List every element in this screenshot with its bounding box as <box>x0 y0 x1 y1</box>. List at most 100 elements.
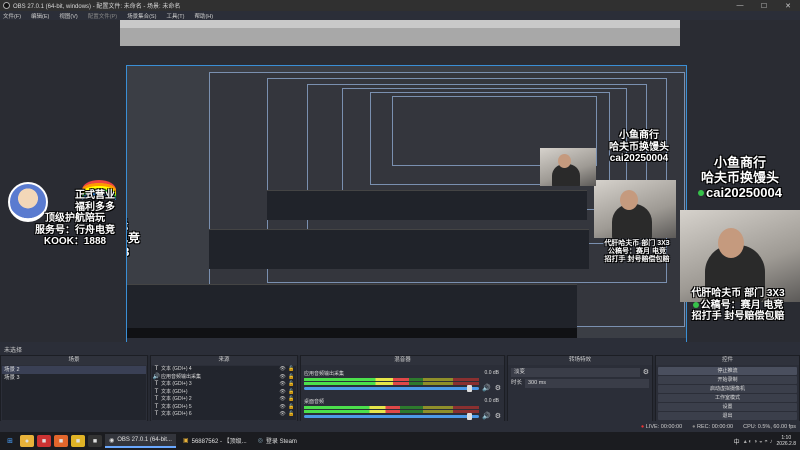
stop-streaming-button[interactable]: 停止推流 <box>658 367 797 375</box>
settings-button[interactable]: 设置 <box>658 403 797 411</box>
service-line-3: 招打手 封号赔偿包赔 <box>691 311 785 322</box>
scene-collection-label: 未选择 <box>0 342 800 355</box>
source-item[interactable]: T 文本 (GDI+) 👁 🔓 <box>152 389 296 397</box>
cpu-status: CPU: 0.5%, 60.00 fps <box>743 423 796 430</box>
studio-mode-button[interactable]: 工作室模式 <box>658 394 797 402</box>
exit-button[interactable]: 退出 <box>658 412 797 420</box>
menu-scene-collection[interactable]: 场景集合(S) <box>127 12 156 20</box>
promo-main-kook: KOOK：1888 <box>43 236 107 247</box>
lock-icon[interactable]: 🔓 <box>287 389 296 397</box>
volume-meter <box>304 406 479 409</box>
visibility-eye-icon[interactable]: 👁 <box>278 411 287 419</box>
windows-start-icon[interactable]: ⊞ <box>3 435 17 447</box>
visibility-eye-icon[interactable]: 👁 <box>278 381 287 389</box>
ime-indicator[interactable]: 中 <box>734 437 740 446</box>
webcam-feed-nested <box>594 180 676 238</box>
service-line-2: 公稿号：赛月 电竞 <box>676 300 800 312</box>
source-item[interactable]: 🔊 应用音频输出采集 👁 🔓 <box>152 374 296 382</box>
lock-icon[interactable]: 🔓 <box>287 366 296 374</box>
transition-select[interactable]: 淡变 <box>511 368 640 377</box>
tray-icons[interactable]: ▴ ◐ ◑ ◒ ◓ ♪ <box>744 438 773 445</box>
nested-docks-3 <box>267 190 587 220</box>
mixer-channel-app-audio: 应用音频输出采集 0.0 dB 🔊 ⚙ <box>304 370 501 397</box>
start-recording-button[interactable]: 开始录制 <box>658 376 797 384</box>
menu-edit[interactable]: 编辑(E) <box>31 12 49 20</box>
menu-help[interactable]: 帮助(H) <box>194 12 213 20</box>
lock-icon[interactable]: 🔓 <box>287 374 296 382</box>
visibility-eye-icon[interactable]: 👁 <box>278 366 287 374</box>
app-icon-orange[interactable]: ■ <box>54 435 68 447</box>
source-item[interactable]: T 文本 (GDI+) 2 👁 🔓 <box>152 396 296 404</box>
audio-source-icon: 🔊 <box>152 373 161 380</box>
text-source-icon: T <box>154 366 159 372</box>
app-icon-red[interactable]: ■ <box>37 435 51 447</box>
scenes-dock-title: 场景 <box>1 356 147 365</box>
lock-icon[interactable]: 🔓 <box>287 381 296 389</box>
source-item[interactable]: T 文本 (GDI+) 4 👁 🔓 <box>152 366 296 374</box>
maximize-button[interactable]: ☐ <box>752 0 776 11</box>
mixer-dock-title: 混音器 <box>301 356 504 365</box>
speaker-icon[interactable]: 🔊 <box>482 384 491 392</box>
windows-taskbar: ⊞ ● ■ ■ ■ ■ ◉ OBS 27.0.1 (64-bit... ▣ 5688… <box>0 432 800 450</box>
visibility-eye-icon[interactable]: 👁 <box>278 389 287 397</box>
minimize-button[interactable]: — <box>728 0 752 11</box>
scenes-list: 场景 2 场景 3 <box>2 366 146 420</box>
text-source-icon: T <box>154 411 159 417</box>
taskbar-app-browser[interactable]: ▣ 56887562 - 【顶级... <box>179 434 251 448</box>
virtual-camera-button[interactable]: 启动虚拟摄像机 <box>658 385 797 393</box>
menu-profile[interactable]: 配置文件(P) <box>88 12 117 20</box>
window-title: OBS 27.0.1 (64-bit, windows) - 配置文件: 未命名… <box>13 4 181 10</box>
obs-icon: ◉ <box>109 437 115 444</box>
source-name: 应用音频输出采集 <box>161 373 202 380</box>
source-item[interactable]: T 文本 (GDI+) 6 👁 🔓 <box>152 411 296 419</box>
menu-tools[interactable]: 工具(T) <box>166 12 184 20</box>
promo-main-service: 服务号：行舟电竞 <box>35 224 115 236</box>
clock-date: 2026.2.8 <box>776 441 796 447</box>
app-icon-yellow[interactable]: ■ <box>71 435 85 447</box>
source-item[interactable]: T 文本 (GDI+) 3 👁 🔓 <box>152 381 296 389</box>
text-source-icon: T <box>154 381 159 387</box>
close-button[interactable]: ✕ <box>776 0 800 11</box>
nested-taskbar <box>127 328 577 338</box>
nested-docks-2 <box>209 229 589 269</box>
overlay-shop-right: 小鱼商行 哈夫币换馒头 cai20250004 <box>680 155 800 201</box>
visibility-eye-icon[interactable]: 👁 <box>278 374 287 382</box>
service-line-1: 代肝哈夫币 部门 3X3 <box>691 288 785 299</box>
visibility-eye-icon[interactable]: 👁 <box>278 404 287 412</box>
browser-icon[interactable]: ● <box>20 435 34 447</box>
gear-icon[interactable]: ⚙ <box>495 412 501 420</box>
speaker-icon[interactable]: 🔊 <box>482 412 491 420</box>
shop-title: 小鱼商行 <box>713 155 766 170</box>
lock-icon[interactable]: 🔓 <box>287 404 296 412</box>
menu-view[interactable]: 视图(V) <box>59 12 77 20</box>
volume-slider[interactable] <box>304 413 479 420</box>
shop-id: cai20250004 <box>680 185 800 201</box>
app-icon-dark[interactable]: ■ <box>88 435 102 447</box>
scene-item[interactable]: 场景 2 <box>2 366 146 374</box>
source-name: 文本 (GDI+) 2 <box>161 396 192 402</box>
source-item[interactable]: T 文本 (GDI+) 5 👁 🔓 <box>152 404 296 412</box>
wechat-icon <box>698 190 705 197</box>
duration-label: 时长 <box>511 380 523 386</box>
gear-icon[interactable]: ⚙ <box>643 368 649 376</box>
volume-meter <box>304 378 479 381</box>
channel-db: 0.0 dB <box>484 398 499 404</box>
steam-icon: ◎ <box>257 437 263 444</box>
volume-slider[interactable] <box>304 385 479 392</box>
text-source-icon: T <box>154 388 159 395</box>
gear-icon[interactable]: ⚙ <box>495 384 501 392</box>
scene-item[interactable]: 场景 3 <box>2 374 146 382</box>
visibility-eye-icon[interactable]: 👁 <box>278 396 287 404</box>
channel-db: 0.0 dB <box>484 370 499 376</box>
clock[interactable]: 1:10 2026.2.8 <box>777 435 796 447</box>
lock-icon[interactable]: 🔓 <box>287 411 296 419</box>
overlay-shop-mid: 小鱼商行 哈夫币换馒头 cai20250004 <box>609 130 669 164</box>
taskbar-app-steam[interactable]: ◎ 登录 Steam <box>254 434 301 448</box>
channel-name: 桌面音频 <box>304 399 325 405</box>
preview-area[interactable]: 正式营业 福利多多 顶级护航陪玩 服务号：行舟电竞 KOOK：1888 正式营业… <box>0 20 800 342</box>
taskbar-app-obs[interactable]: ◉ OBS 27.0.1 (64-bit... <box>105 434 176 448</box>
lock-icon[interactable]: 🔓 <box>287 396 296 404</box>
rec-status: ● REC: 00:00:00 <box>692 423 734 430</box>
duration-input[interactable]: 300 ms <box>525 379 649 388</box>
menu-file[interactable]: 文件(F) <box>3 12 21 20</box>
